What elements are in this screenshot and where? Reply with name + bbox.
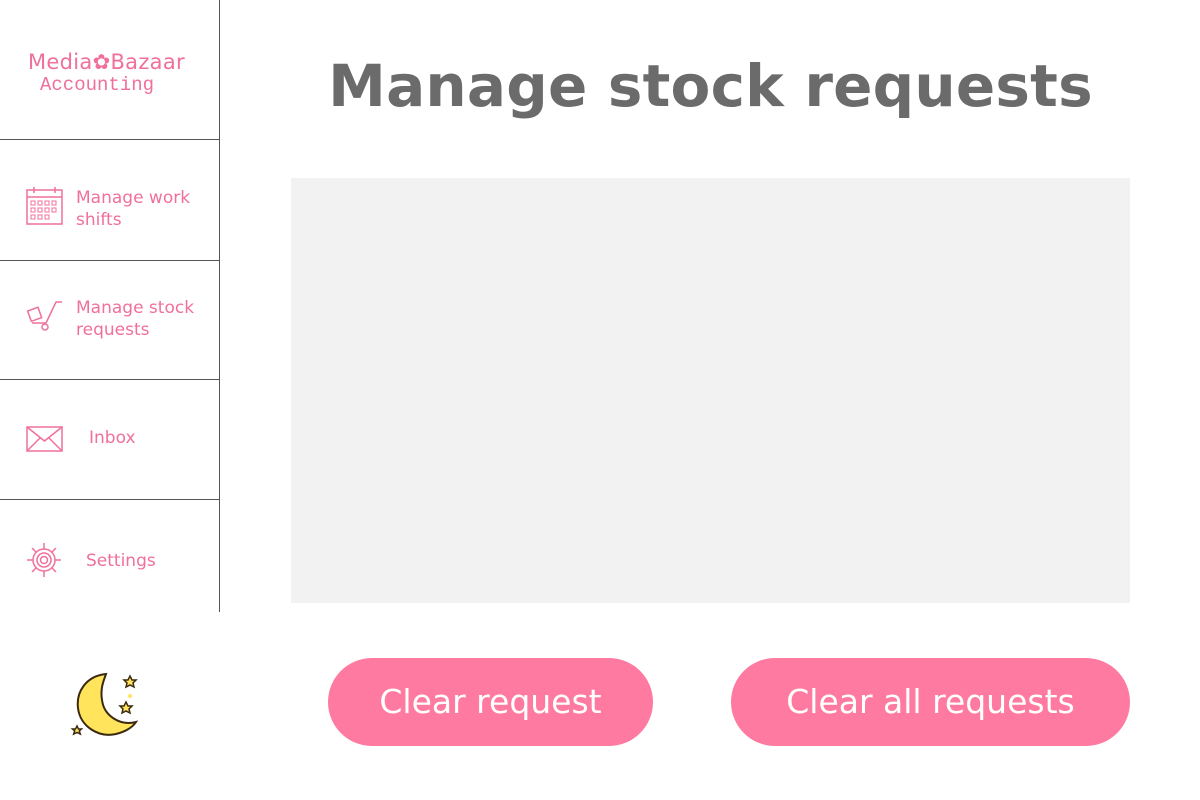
- sidebar: Media✿Bazaar Accounting Manage work shif…: [0, 0, 220, 612]
- sidebar-item-settings[interactable]: Settings: [0, 500, 219, 612]
- brand-name: Media✿Bazaar: [28, 50, 185, 74]
- sidebar-item-label: Manage stock requests: [76, 298, 195, 340]
- brand-subtitle: Accounting: [40, 74, 155, 96]
- clear-all-requests-button[interactable]: Clear all requests: [731, 658, 1130, 746]
- clear-request-button[interactable]: Clear request: [328, 658, 653, 746]
- page-title: Manage stock requests: [328, 52, 1093, 120]
- gear-icon: [27, 543, 61, 577]
- sidebar-item-label: Settings: [86, 551, 156, 571]
- sidebar-item-label: Manage work shifts: [76, 188, 191, 230]
- envelope-icon: [26, 426, 63, 452]
- moon-stars-icon[interactable]: [68, 670, 142, 742]
- sidebar-item-label: Inbox: [89, 428, 136, 448]
- sidebar-item-work-shifts[interactable]: Manage work shifts: [0, 140, 219, 261]
- hand-truck-icon: [26, 301, 62, 331]
- sidebar-item-stock-requests[interactable]: Manage stock requests: [0, 261, 219, 380]
- stock-requests-list[interactable]: [291, 178, 1130, 603]
- calendar-icon: [26, 187, 63, 225]
- app-logo: Media✿Bazaar Accounting: [0, 0, 219, 140]
- sidebar-item-inbox[interactable]: Inbox: [0, 380, 219, 500]
